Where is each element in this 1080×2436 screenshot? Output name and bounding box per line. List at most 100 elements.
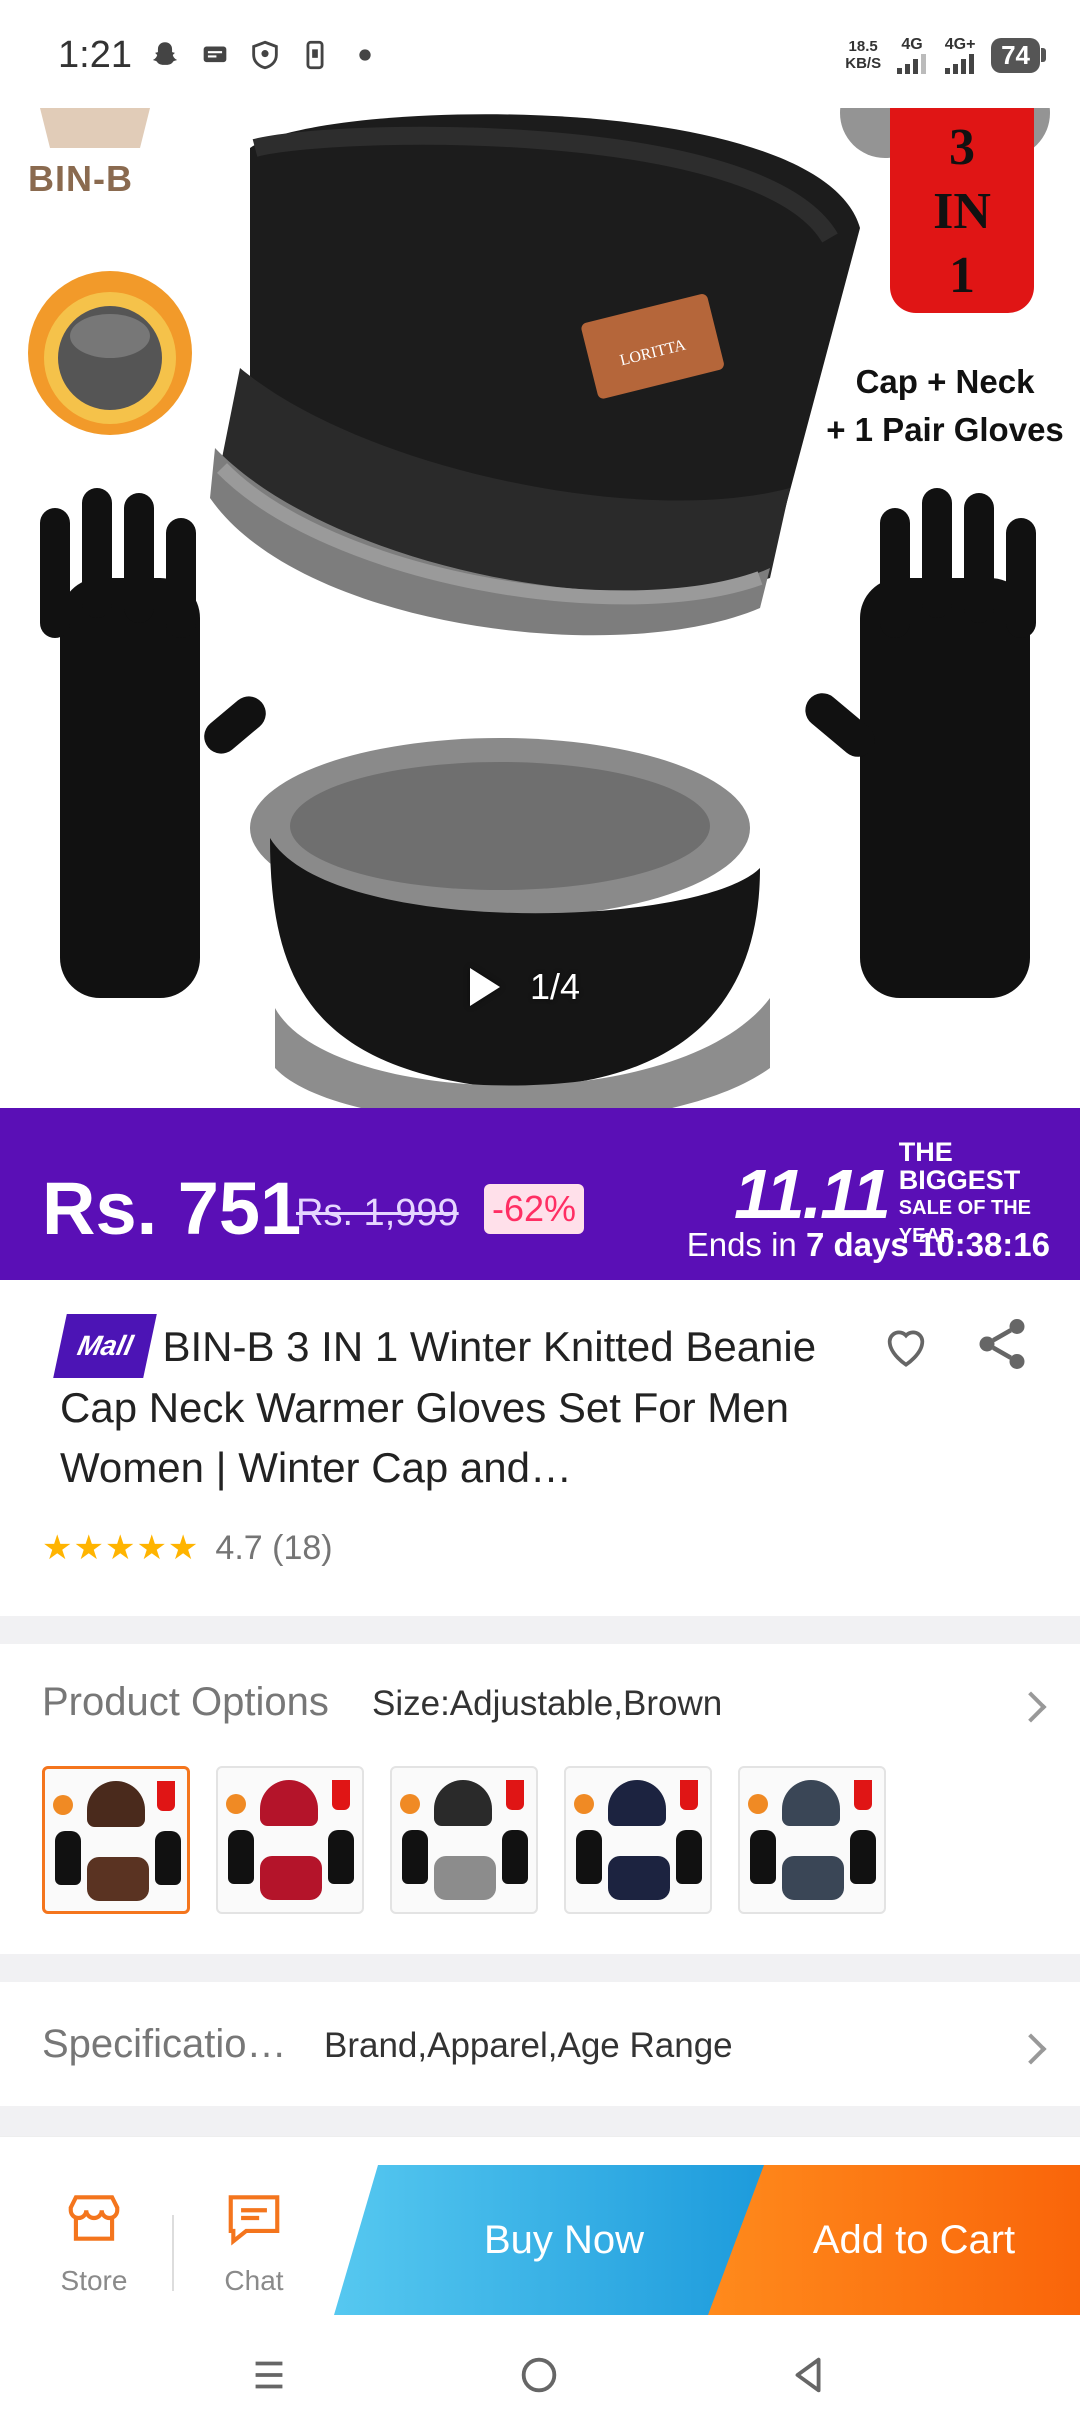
scarf-icon (434, 1856, 496, 1900)
image-counter: 1/4 (530, 966, 581, 1007)
fire-icon (400, 1794, 420, 1814)
buy-now-button[interactable]: Buy Now (334, 2165, 764, 2315)
scarf-icon (608, 1856, 670, 1900)
network-type-2: 4G+ (944, 36, 976, 53)
scarf-icon (260, 1856, 322, 1900)
variant-thumbnails (42, 1766, 886, 1914)
hat-icon (87, 1781, 145, 1827)
warm-fire-graphic (28, 271, 192, 435)
variant-thumbnail[interactable] (738, 1766, 886, 1914)
chat-button[interactable]: Chat (194, 2187, 314, 2297)
sale-number: 11.11 (734, 1155, 891, 1233)
mall-badge: Mall (53, 1314, 158, 1378)
product-options-label: Product Options (42, 1680, 329, 1724)
badge-line-1: 3 (949, 119, 975, 176)
product-title-block: Mall BIN-B 3 IN 1 Winter Knitted Beanie C… (53, 1314, 860, 1498)
specifications-label: Specificatio… (42, 2022, 287, 2066)
product-title: BIN-B 3 IN 1 Winter Knitted Beanie Cap N… (60, 1323, 817, 1491)
hat-icon (434, 1780, 492, 1826)
price-banner: Rs. 751 Rs. 1,999 -62% 11.11 THE BIGGEST… (0, 1108, 1080, 1280)
sale-tagline-1: THE BIGGEST (898, 1137, 1021, 1195)
chevron-right-icon[interactable] (1015, 2033, 1047, 2065)
chevron-right-icon[interactable] (1015, 1691, 1047, 1723)
glove-icon (328, 1830, 354, 1884)
caption-line-2: + 1 Pair Gloves (826, 411, 1064, 448)
variant-thumbnail[interactable] (390, 1766, 538, 1914)
store-button[interactable]: Store (34, 2187, 154, 2297)
dot-icon (359, 49, 371, 61)
battery-indicator: 74 (991, 37, 1046, 73)
bottom-action-bar: Store Chat Buy Now Add to Cart (0, 2136, 1080, 2324)
status-time: 1:21 (58, 34, 132, 76)
fire-icon (226, 1794, 246, 1814)
variant-thumbnail[interactable] (42, 1766, 190, 1914)
specifications-section[interactable]: Specificatio… Brand,Apparel,Age Range (0, 1982, 1080, 2106)
original-price: Rs. 1,999 (296, 1192, 459, 1234)
system-indicators: 18.5 KB/S 4G 4G+ 74 (845, 36, 1046, 74)
beanie-graphic: LORITTA (210, 114, 860, 636)
badge-line-2: IN (933, 183, 991, 240)
share-icon[interactable] (972, 1314, 1032, 1374)
glove-icon (228, 1830, 254, 1884)
speed-value: 18.5 (848, 38, 878, 55)
product-rating[interactable]: ★★★★★ 4.7 (18) (42, 1528, 333, 1568)
badge-icon (332, 1780, 350, 1810)
signal-1: 4G (895, 36, 929, 74)
signal-bars-icon (897, 54, 927, 74)
system-navigation-bar (0, 2324, 1080, 2436)
snapchat-icon (152, 42, 178, 65)
nav-separator (172, 2215, 174, 2291)
three-in-one-badge: 3 IN 1 (890, 108, 1034, 313)
brand-logo-mark (40, 108, 150, 148)
product-options-value: Size:Adjustable,Brown (372, 1684, 723, 1723)
glove-icon (155, 1831, 181, 1885)
message-icon (203, 46, 227, 63)
add-to-cart-button[interactable]: Add to Cart (708, 2165, 1080, 2315)
status-bar: 1:21 18.5 KB/S 4G 4G+ 74 (0, 0, 1080, 110)
media-counter[interactable]: 1/4 (470, 966, 580, 1008)
notification-icons (148, 38, 382, 72)
glove-icon (502, 1830, 528, 1884)
chat-icon (228, 2195, 280, 2246)
back-icon[interactable] (786, 2352, 832, 2398)
glove-icon (55, 1831, 81, 1885)
product-options-section[interactable]: Product Options Size:Adjustable,Brown (0, 1644, 1080, 1944)
section-divider (0, 2106, 1080, 2136)
network-type-1: 4G (901, 36, 923, 53)
section-divider (0, 1616, 1080, 1644)
store-label: Store (60, 2265, 128, 2296)
badge-icon (157, 1781, 175, 1811)
menu-icon[interactable] (246, 2352, 292, 2398)
brand-logo-text: BIN-B (28, 158, 133, 199)
glove-icon (402, 1830, 428, 1884)
network-speed: 18.5 KB/S (845, 38, 881, 72)
glove-icon (576, 1830, 602, 1884)
hat-icon (782, 1780, 840, 1826)
discount-badge: -62% (484, 1184, 585, 1234)
glove-icon (676, 1830, 702, 1884)
variant-thumbnail[interactable] (216, 1766, 364, 1914)
hat-icon (260, 1780, 318, 1826)
fire-icon (748, 1794, 768, 1814)
scarf-icon (87, 1857, 149, 1901)
section-divider (0, 1954, 1080, 1982)
badge-icon (680, 1780, 698, 1810)
home-icon[interactable] (516, 2352, 562, 2398)
glove-icon (850, 1830, 876, 1884)
badge-icon (854, 1780, 872, 1810)
rating-stars: ★★★★★ (42, 1529, 200, 1567)
rating-value: 4.7 (18) (215, 1528, 333, 1567)
variant-thumbnail[interactable] (564, 1766, 712, 1914)
countdown-prefix: Ends in (686, 1226, 806, 1263)
neck-warmer-graphic (250, 738, 770, 1108)
caption-line-1: Cap + Neck (855, 363, 1035, 400)
play-icon[interactable] (470, 968, 500, 1006)
wishlist-heart-icon[interactable] (878, 1318, 934, 1374)
hat-icon (608, 1780, 666, 1826)
glove-icon (750, 1830, 776, 1884)
phone-icon (306, 40, 324, 70)
product-image-carousel[interactable]: LORITTA BIN-B 3 IN 1 Cap + Neck + 1 Pair… (0, 108, 1080, 1108)
scarf-icon (782, 1856, 844, 1900)
fire-icon (574, 1794, 594, 1814)
badge-line-3: 1 (949, 247, 975, 304)
